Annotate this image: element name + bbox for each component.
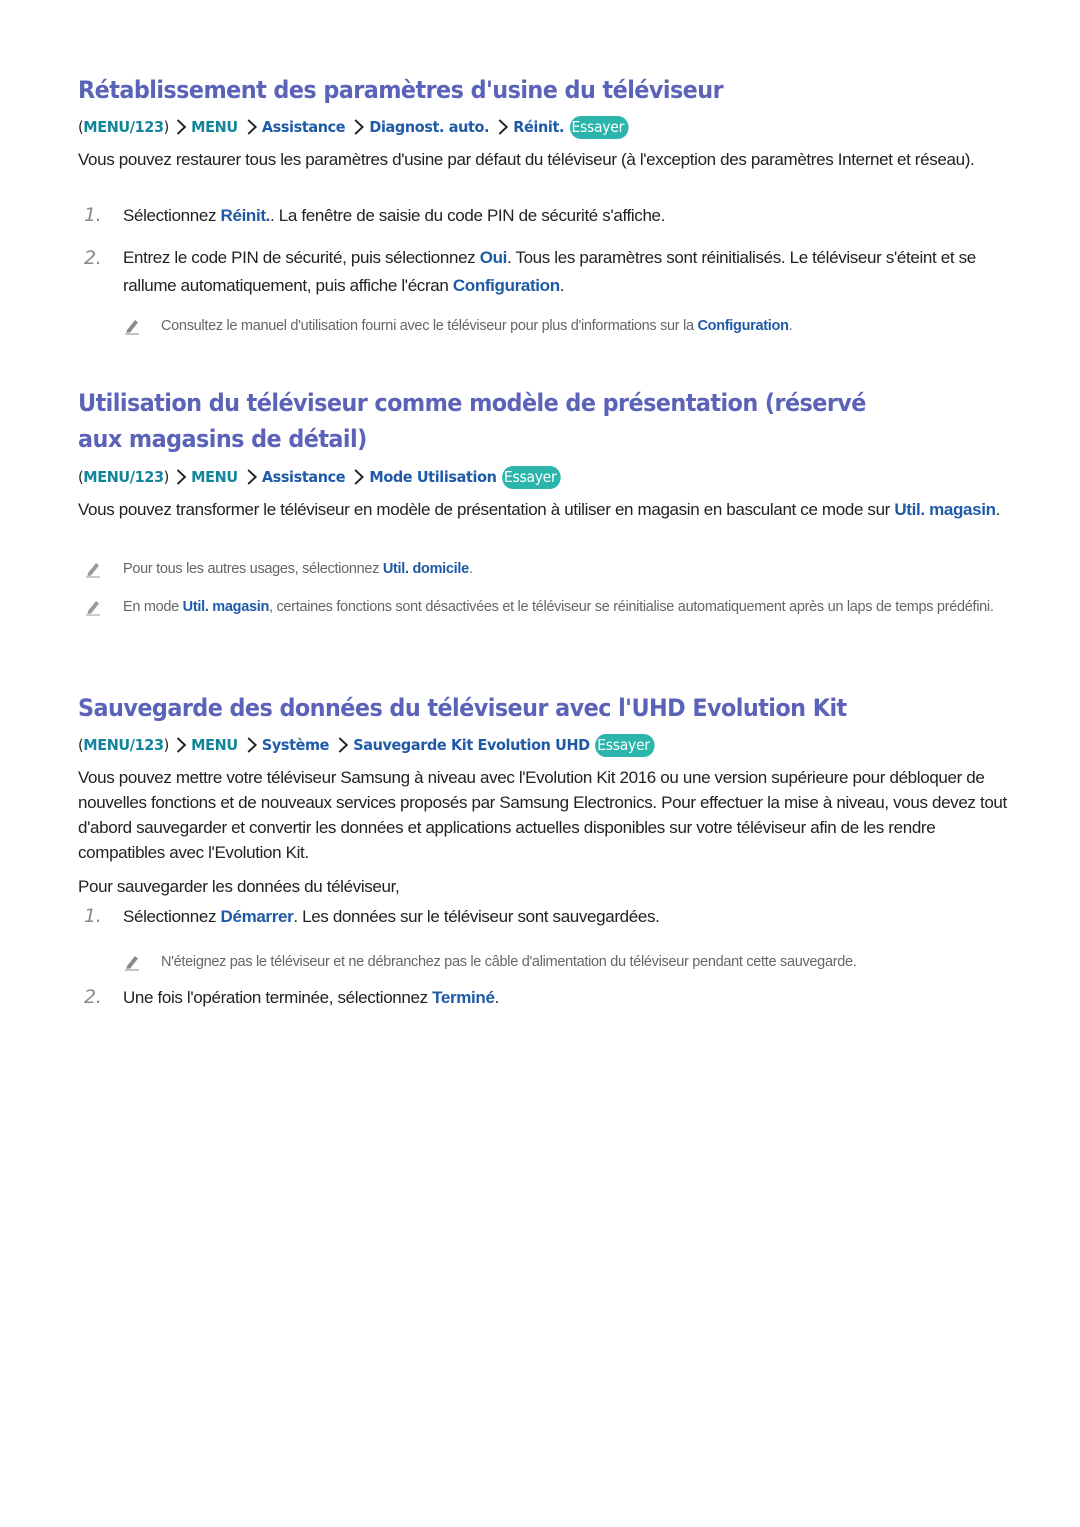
try-now-button[interactable]: Essayer <box>595 733 655 757</box>
menu-path: ( MENU/123 ) MENU Assistance Diagnost. a… <box>78 114 943 140</box>
path-item-diagnost[interactable]: Diagnost. auto. <box>369 118 489 136</box>
pencil-note-icon <box>84 560 102 578</box>
step-item: 1. Sélectionnez Démarrer. Les données su… <box>78 904 1008 929</box>
path-item-sauvegarde-kit[interactable]: Sauvegarde Kit Evolution UHD <box>353 736 590 754</box>
step-text: . Les données sur le téléviseur sont sau… <box>293 907 660 926</box>
path-item-menu[interactable]: MENU <box>191 736 238 754</box>
chevron-right-icon <box>351 468 368 486</box>
section-intro: Vous pouvez mettre votre téléviseur Sams… <box>78 768 1007 862</box>
keyword-oui: Oui <box>479 248 508 267</box>
step-text: . <box>559 276 565 295</box>
path-item-menu[interactable]: MENU <box>191 468 238 486</box>
step-number: 2. <box>84 986 102 1008</box>
note: N'éteignez pas le téléviseur et ne débra… <box>123 951 1008 974</box>
step-text: Une fois l'opération terminée, sélection… <box>123 988 433 1007</box>
note-text: , certaines fonctions sont désactivées e… <box>269 599 994 615</box>
step-item: 2. Une fois l'opération terminée, sélect… <box>78 985 1008 1010</box>
step-text: Sélectionnez <box>123 206 221 225</box>
step-text: Sélectionnez <box>123 907 221 926</box>
section-lead: Pour sauvegarder les données du télévise… <box>78 877 400 896</box>
section-title: Rétablissement des paramètres d'usine du… <box>78 76 724 104</box>
try-now-button[interactable]: Essayer <box>569 115 629 139</box>
keyword-reinit: Réinit. <box>220 206 271 225</box>
step-item: 1. Sélectionnez Réinit.. La fenêtre de s… <box>78 203 1008 228</box>
path-root[interactable]: MENU/123 <box>83 468 164 486</box>
note: En mode Util. magasin, certaines fonctio… <box>78 596 1008 619</box>
note: Pour tous les autres usages, sélectionne… <box>78 558 1008 581</box>
path-paren-close: ) <box>163 468 170 486</box>
step-number: 1. <box>84 905 102 927</box>
path-root[interactable]: MENU/123 <box>83 118 164 136</box>
path-item-mode-utilisation[interactable]: Mode Utilisation <box>369 468 497 486</box>
note-text: Pour tous les autres usages, sélectionne… <box>123 561 383 577</box>
keyword-demarrer: Démarrer <box>220 907 294 926</box>
section-intro: Vous pouvez restaurer tous les paramètre… <box>78 150 975 169</box>
step-item: 2. Entrez le code PIN de sécurité, puis … <box>78 244 1008 300</box>
chevron-right-icon <box>335 736 352 754</box>
chevron-right-icon <box>173 468 190 486</box>
chevron-right-icon <box>351 118 368 136</box>
step-text: Entrez le code PIN de sécurité, puis sél… <box>123 248 480 267</box>
note-text: En mode <box>123 599 183 615</box>
pencil-note-icon <box>123 953 141 971</box>
keyword-util-magasin: Util. magasin <box>894 500 996 519</box>
section-title: Utilisation du téléviseur comme modèle d… <box>78 389 866 453</box>
path-item-reinit[interactable]: Réinit. <box>513 118 564 136</box>
chevron-right-icon <box>173 736 190 754</box>
pencil-note-icon <box>123 317 141 335</box>
chevron-right-icon <box>243 736 260 754</box>
chevron-right-icon <box>495 118 512 136</box>
path-item-assistance[interactable]: Assistance <box>262 468 346 486</box>
path-item-systeme[interactable]: Système <box>262 736 330 754</box>
step-number: 1. <box>84 204 102 226</box>
menu-path: ( MENU/123 ) MENU Système Sauvegarde Kit… <box>78 732 943 758</box>
path-paren-close: ) <box>163 736 170 754</box>
note: Consultez le manuel d'utilisation fourni… <box>123 315 1008 338</box>
keyword-termine: Terminé <box>432 988 495 1007</box>
note-text: . <box>468 561 473 577</box>
chevron-right-icon <box>173 118 190 136</box>
step-number: 2. <box>84 247 102 269</box>
keyword-util-magasin: Util. magasin <box>182 599 270 615</box>
section-title: Sauvegarde des données du téléviseur ave… <box>78 694 847 722</box>
section-intro: Vous pouvez transformer le téléviseur en… <box>78 497 1008 522</box>
note-text: Consultez le manuel d'utilisation fourni… <box>161 318 698 334</box>
path-root[interactable]: MENU/123 <box>83 736 164 754</box>
note-text: N'éteignez pas le téléviseur et ne débra… <box>161 954 857 970</box>
intro-text: . <box>995 500 1001 519</box>
pencil-note-icon <box>84 598 102 616</box>
intro-text: Vous pouvez transformer le téléviseur en… <box>78 500 895 519</box>
chevron-right-icon <box>243 118 260 136</box>
chevron-right-icon <box>243 468 260 486</box>
step-text: . La fenêtre de saisie du code PIN de sé… <box>270 206 666 225</box>
path-paren-close: ) <box>163 118 170 136</box>
path-item-assistance[interactable]: Assistance <box>262 118 346 136</box>
menu-path: ( MENU/123 ) MENU Assistance Mode Utilis… <box>78 464 943 490</box>
step-text: . <box>494 988 500 1007</box>
keyword-util-domicile: Util. domicile <box>382 561 469 577</box>
keyword-configuration: Configuration <box>697 318 789 334</box>
try-now-button[interactable]: Essayer <box>502 465 562 489</box>
keyword-configuration: Configuration <box>452 276 560 295</box>
note-text: . <box>788 318 793 334</box>
path-item-menu[interactable]: MENU <box>191 118 238 136</box>
